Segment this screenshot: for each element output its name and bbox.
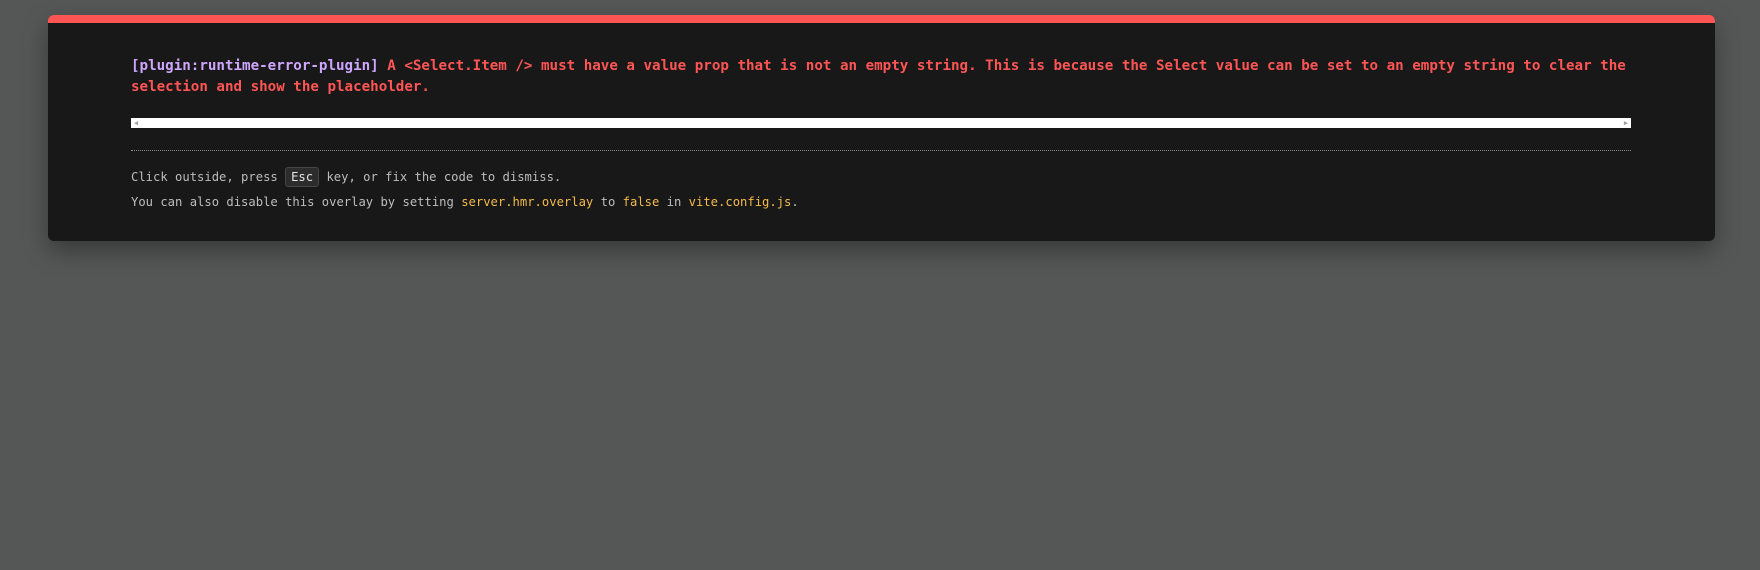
scroll-right-arrow-icon[interactable]: ▶ <box>1621 118 1631 128</box>
error-overlay-window: [plugin:runtime-error-plugin] A <Select.… <box>48 15 1715 241</box>
disable-tip-to: to <box>593 195 623 209</box>
horizontal-scrollbar[interactable]: ◀ ▶ <box>131 118 1631 128</box>
disable-tip-in: in <box>659 195 689 209</box>
disable-overlay-tip: You can also disable this overlay by set… <box>131 192 799 212</box>
plugin-name: [plugin:runtime-error-plugin] <box>131 58 379 74</box>
dismiss-tip: Click outside, press Esc key, or fix the… <box>131 167 561 187</box>
disable-tip-period: . <box>791 195 799 209</box>
setting-name: server.hmr.overlay <box>461 195 594 209</box>
config-file-name: vite.config.js <box>688 195 792 209</box>
error-message: [plugin:runtime-error-plugin] A <Select.… <box>131 56 1631 98</box>
divider <box>131 150 1631 151</box>
setting-value: false <box>622 195 660 209</box>
esc-key: Esc <box>285 167 320 187</box>
scroll-left-arrow-icon[interactable]: ◀ <box>131 118 141 128</box>
dismiss-tip-text-end: key, or fix the code to dismiss. <box>319 170 562 184</box>
dismiss-tip-text-start: Click outside, press <box>131 170 286 184</box>
disable-tip-text-start: You can also disable this overlay by set… <box>131 195 462 209</box>
